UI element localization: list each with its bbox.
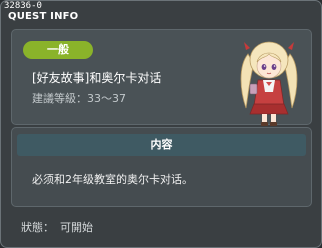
status-row: 狀態： 可開始 — [21, 221, 99, 235]
quest-info-window: 32836-0 QUEST INFO 一般 [好友故事]和奥尔卡对话 建議等級：… — [0, 0, 322, 248]
quest-header-card: 一般 [好友故事]和奥尔卡对话 建議等級：33～37 — [11, 29, 312, 126]
status-label: 狀態： — [21, 221, 54, 234]
window-title: QUEST INFO — [8, 11, 79, 22]
npc-portrait — [240, 41, 298, 126]
recommended-level: 建議等級：33～37 — [32, 92, 126, 105]
content-panel: 内容 必须和2年级教室的奥尔卡对话。 — [11, 127, 312, 207]
category-badge: 一般 — [23, 41, 93, 59]
status-value: 可開始 — [60, 221, 93, 234]
content-text: 必须和2年级教室的奥尔卡对话。 — [32, 173, 193, 186]
content-header: 内容 — [17, 134, 306, 156]
quest-name: [好友故事]和奥尔卡对话 — [32, 71, 162, 85]
